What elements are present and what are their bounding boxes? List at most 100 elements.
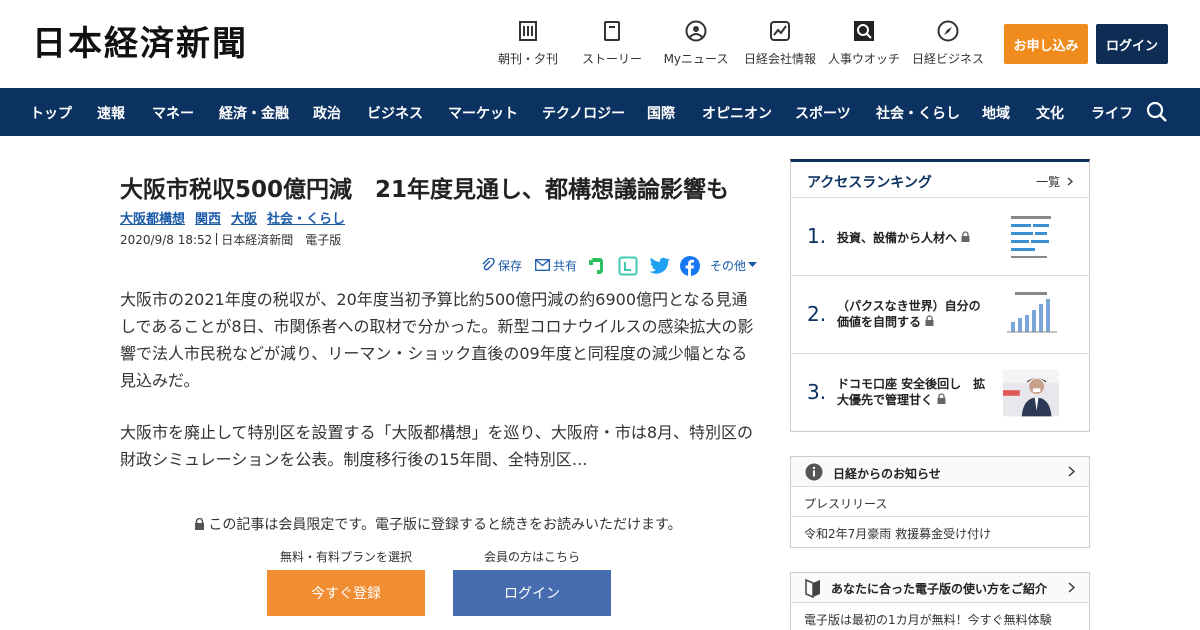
- nav-item-money[interactable]: マネー: [152, 103, 194, 123]
- apply-button[interactable]: お申し込み: [1004, 24, 1088, 64]
- nav-label: ストーリー: [581, 52, 642, 66]
- nikkei-logo[interactable]: 日本経済新聞: [32, 24, 248, 64]
- rank-thumbnail: [1001, 290, 1061, 340]
- ranking-header: アクセスランキング 一覧: [791, 162, 1089, 198]
- nav-item-international[interactable]: 国際: [647, 103, 675, 123]
- nav-item-opinion[interactable]: オピニオン: [702, 103, 772, 123]
- rank-number: 3.: [807, 380, 827, 404]
- register-button[interactable]: 今すぐ登録: [267, 570, 425, 616]
- ranking-item[interactable]: 3. ドコモ口座 安全後回し 拡大優先で管理甘く: [791, 354, 1089, 432]
- rank-thumbnail: [1001, 212, 1061, 262]
- topic-tags: 大阪都構想 関西 大阪 社会・くらし: [120, 208, 345, 227]
- nikkei-notices: 日経からのお知らせ プレスリリース 令和2年7月豪雨 救援募金受け付け: [790, 456, 1090, 548]
- category-navbar: トップ 速報 マネー 経済・金融 政治 ビジネス マーケット テクノロジー 国際…: [0, 88, 1200, 136]
- rank-headline: （パクスなき世界）自分の価値を自問する: [837, 298, 987, 330]
- ranking-more-label: 一覧: [1036, 175, 1061, 189]
- notice-item[interactable]: プレスリリース: [791, 487, 1089, 517]
- tag-link[interactable]: 社会・くらし: [267, 208, 345, 227]
- guide-title: あなたに合った電子版の使い方をご紹介: [831, 582, 1048, 596]
- rank-headline: ドコモ口座 安全後回し 拡大優先で管理甘く: [837, 376, 987, 408]
- paywall-text: この記事は会員限定です。電子版に登録すると続きをお読みいただけます。: [208, 517, 682, 533]
- save-button[interactable]: 保存: [481, 255, 522, 275]
- rank-headline-text: （パクスなき世界）自分の価値を自問する: [837, 299, 981, 329]
- article-paragraph: 大阪市の2021年度の税収が、20年度当初予算比約500億円減の約6900億円と…: [120, 290, 754, 390]
- rank-headline-text: 投資、設備から人材へ: [837, 231, 958, 245]
- nav-item-economy[interactable]: 経済・金融: [219, 103, 289, 123]
- rank-number: 2.: [807, 302, 827, 326]
- notice-title: 日経からのお知らせ: [833, 467, 941, 481]
- nav-label: 日経ビジネス: [911, 52, 984, 66]
- publish-date: 2020/9/8 18:52: [120, 233, 213, 247]
- tag-link[interactable]: 大阪: [231, 208, 257, 227]
- nav-label: Myニュース: [663, 52, 729, 66]
- nav-item-life[interactable]: ライフ: [1091, 103, 1133, 123]
- rank-headline-text: ドコモ口座 安全後回し 拡大優先で管理甘く: [837, 377, 986, 407]
- lock-icon: [195, 517, 205, 530]
- search-icon[interactable]: [1146, 101, 1168, 123]
- lock-icon: [937, 393, 946, 404]
- ranking-more-link[interactable]: 一覧: [1036, 173, 1073, 190]
- book-icon: [604, 21, 620, 41]
- user-icon: [685, 20, 707, 42]
- nav-my-news[interactable]: Myニュース: [651, 20, 741, 67]
- digital-guide: あなたに合った電子版の使い方をご紹介 電子版は最初の1カ月が無料！今すぐ無料体験: [790, 572, 1090, 630]
- more-label: その他: [710, 258, 747, 273]
- ranking-item[interactable]: 2. （パクスなき世界）自分の価値を自問する: [791, 276, 1089, 354]
- login-subtext: 会員の方はこちら: [483, 550, 580, 564]
- caret-down-icon: [748, 262, 758, 267]
- nav-item-breaking[interactable]: 速報: [97, 103, 125, 123]
- more-share-dropdown[interactable]: その他: [710, 255, 760, 275]
- meta-divider: [216, 233, 218, 245]
- clip-icon: [482, 258, 495, 271]
- login-button[interactable]: ログイン: [453, 570, 611, 616]
- article-source: 日本経済新聞 電子版: [221, 233, 342, 247]
- share-label: 共有: [553, 258, 578, 273]
- nav-morning-evening[interactable]: 朝刊・夕刊: [483, 20, 573, 67]
- nav-item-technology[interactable]: テクノロジー: [542, 103, 625, 123]
- share-button[interactable]: 共有: [535, 255, 577, 275]
- nav-item-society[interactable]: 社会・くらし: [876, 103, 960, 123]
- nav-item-sports[interactable]: スポーツ: [795, 103, 851, 123]
- nav-item-politics[interactable]: 政治: [313, 103, 341, 123]
- nav-item-market[interactable]: マーケット: [448, 103, 518, 123]
- rank-headline: 投資、設備から人材へ: [837, 230, 987, 246]
- mail-icon: [535, 259, 550, 271]
- lock-icon: [925, 315, 934, 326]
- note-icon[interactable]: [618, 256, 638, 276]
- article-meta: 2020/9/8 18:52 日本経済新聞 電子版: [120, 231, 341, 248]
- magnifier-icon: [854, 21, 874, 41]
- nav-personnel-watch[interactable]: 人事ウオッチ: [819, 20, 909, 67]
- guide-text[interactable]: 電子版は最初の1カ月が無料！今すぐ無料体験: [791, 603, 1089, 628]
- chevron-right-icon: [1067, 177, 1073, 186]
- article-paragraph: 大阪市を廃止して特別区を設置する「大阪都構想」を巡り、大阪府・市は8月、特別区の…: [120, 423, 754, 469]
- nav-item-region[interactable]: 地域: [982, 103, 1010, 123]
- lock-icon: [961, 231, 970, 242]
- notice-item[interactable]: 令和2年7月豪雨 救援募金受け付け: [791, 517, 1089, 547]
- tag-link[interactable]: 大阪都構想: [120, 208, 185, 227]
- nav-item-business[interactable]: ビジネス: [367, 103, 423, 123]
- nav-item-top[interactable]: トップ: [30, 103, 72, 123]
- chevron-right-icon: [1068, 466, 1075, 477]
- nav-item-culture[interactable]: 文化: [1036, 103, 1064, 123]
- header-login-button[interactable]: ログイン: [1096, 24, 1168, 64]
- nav-label: 朝刊・夕刊: [497, 52, 558, 66]
- open-book-icon: [805, 578, 820, 598]
- ranking-title: アクセスランキング: [807, 175, 932, 191]
- notice-header[interactable]: 日経からのお知らせ: [791, 457, 1089, 487]
- nav-label: 日経会社情報: [743, 52, 816, 66]
- ranking-item[interactable]: 1. 投資、設備から人材へ: [791, 198, 1089, 276]
- nav-label: 人事ウオッチ: [827, 52, 900, 66]
- save-label: 保存: [498, 258, 523, 273]
- tag-link[interactable]: 関西: [195, 208, 221, 227]
- chevron-right-icon: [1068, 582, 1075, 593]
- evernote-icon[interactable]: [587, 256, 605, 276]
- facebook-icon[interactable]: [680, 256, 700, 276]
- nav-company-info[interactable]: 日経会社情報: [735, 20, 825, 67]
- article-title: 大阪市税収500億円減 21年度見通し、都構想議論影響も: [120, 177, 730, 203]
- nav-nikkei-business[interactable]: 日経ビジネス: [903, 20, 993, 67]
- register-subtext: 無料・有料プランを選択: [279, 550, 412, 564]
- nav-story[interactable]: ストーリー: [567, 20, 657, 67]
- twitter-icon[interactable]: [649, 257, 671, 275]
- rank-number: 1.: [807, 224, 827, 248]
- guide-header[interactable]: あなたに合った電子版の使い方をご紹介: [791, 573, 1089, 603]
